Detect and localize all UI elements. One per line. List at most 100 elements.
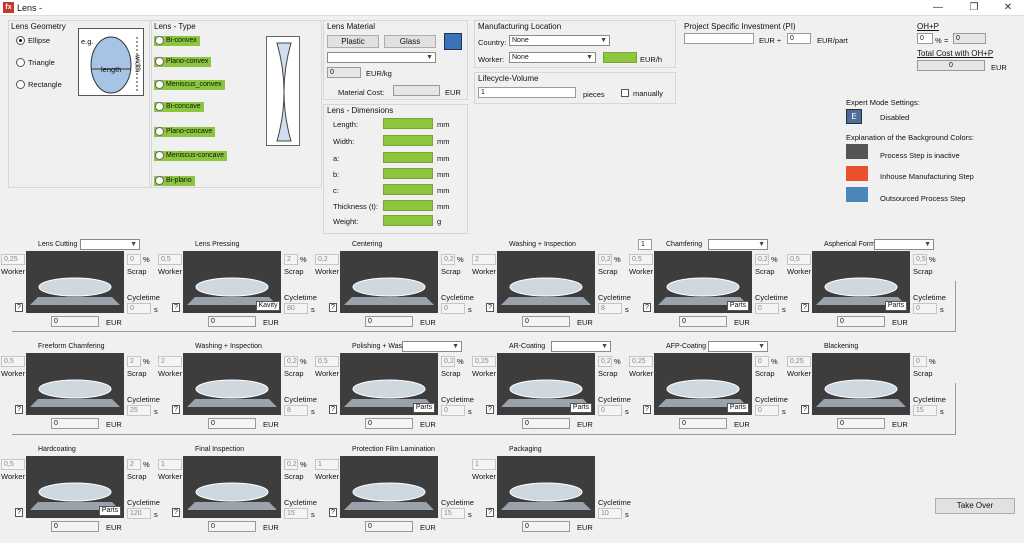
glass-button[interactable]: Glass — [384, 35, 436, 48]
radio-triangle[interactable] — [16, 58, 25, 67]
cycletime-input[interactable]: 120 — [127, 508, 151, 519]
worker-input[interactable]: 0,5 — [1, 459, 25, 470]
step-image[interactable] — [497, 456, 595, 518]
help-icon[interactable]: ? — [172, 405, 180, 414]
pi-count[interactable]: 0 — [787, 33, 811, 44]
help-icon[interactable]: ? — [801, 405, 809, 414]
step-dropdown[interactable]: ▼ — [80, 239, 140, 250]
cycletime-input[interactable]: 0 — [441, 405, 465, 416]
scrap-input[interactable]: 0,2 — [755, 254, 769, 265]
type-bi-plano[interactable]: Bi-plano — [154, 176, 195, 186]
scrap-input[interactable]: 0,2 — [441, 254, 455, 265]
worker-input[interactable]: 0,25 — [787, 356, 811, 367]
scrap-input[interactable]: 0,2 — [284, 459, 298, 470]
help-icon[interactable]: ? — [801, 303, 809, 312]
close-icon[interactable]: ✕ — [996, 1, 1020, 15]
type-bi-concave[interactable]: Bi-concave — [154, 102, 204, 112]
step-dropdown[interactable]: ▼ — [708, 239, 768, 250]
help-icon[interactable]: ? — [643, 303, 651, 312]
radio-rectangle[interactable] — [16, 80, 25, 89]
worker-input[interactable]: 0,25 — [472, 356, 496, 367]
help-icon[interactable]: ? — [329, 303, 337, 312]
volume-input[interactable]: 1 — [478, 87, 576, 98]
worker-input[interactable]: 0,25 — [1, 254, 25, 265]
help-icon[interactable]: ? — [172, 303, 180, 312]
help-icon[interactable]: ? — [15, 508, 23, 517]
cycletime-input[interactable]: 15 — [284, 508, 308, 519]
cycletime-input[interactable]: 0 — [755, 405, 779, 416]
scrap-input[interactable]: 0 — [913, 356, 927, 367]
country-dropdown[interactable]: None ▼ — [509, 35, 610, 46]
type-plano-convex[interactable]: Plano-convex — [154, 57, 212, 67]
scrap-input[interactable]: 2 — [127, 356, 141, 367]
step-image[interactable] — [26, 353, 124, 415]
step-image[interactable] — [340, 456, 438, 518]
pi-input[interactable] — [684, 33, 754, 44]
plastic-button[interactable]: Plastic — [327, 35, 379, 48]
worker-input[interactable]: 1 — [315, 459, 339, 470]
step-image[interactable] — [812, 353, 910, 415]
dim-input[interactable] — [383, 200, 433, 211]
dim-input[interactable] — [383, 135, 433, 146]
worker-input[interactable]: 0,5 — [787, 254, 811, 265]
worker-input[interactable]: 2 — [158, 356, 182, 367]
worker-input[interactable]: 1 — [472, 459, 496, 470]
help-icon[interactable]: ? — [486, 508, 494, 517]
scrap-input[interactable]: 0,5 — [913, 254, 927, 265]
cycletime-input[interactable]: 80 — [284, 303, 308, 314]
help-icon[interactable]: ? — [329, 508, 337, 517]
worker-input[interactable]: 0,5 — [315, 356, 339, 367]
worker-input[interactable]: 0,5 — [158, 254, 182, 265]
scrap-input[interactable]: 0 — [755, 356, 769, 367]
cycletime-input[interactable]: 0 — [441, 303, 465, 314]
help-icon[interactable]: ? — [486, 303, 494, 312]
scrap-input[interactable]: 2 — [127, 459, 141, 470]
type-plano-concave[interactable]: Plano-concave — [154, 127, 216, 137]
worker-input[interactable]: 0,5 — [629, 254, 653, 265]
help-icon[interactable]: ? — [643, 405, 651, 414]
step-dropdown[interactable]: ▼ — [708, 341, 768, 352]
step-dropdown[interactable]: ▼ — [874, 239, 934, 250]
cycletime-input[interactable]: 8 — [284, 405, 308, 416]
help-icon[interactable]: ? — [15, 405, 23, 414]
dim-input[interactable] — [383, 118, 433, 129]
scrap-input[interactable]: 0,2 — [441, 356, 455, 367]
manual-checkbox[interactable] — [621, 89, 629, 97]
cycletime-input[interactable]: 8 — [598, 303, 622, 314]
step-pre-input[interactable]: 1 — [638, 239, 652, 250]
help-icon[interactable]: ? — [15, 303, 23, 312]
worker-input[interactable]: 1 — [158, 459, 182, 470]
worker-input[interactable]: 0,2 — [315, 254, 339, 265]
scrap-input[interactable]: 2 — [284, 254, 298, 265]
worker-rate[interactable] — [603, 52, 637, 63]
cycletime-input[interactable]: 0 — [127, 303, 151, 314]
step-image[interactable] — [183, 353, 281, 415]
scrap-input[interactable]: 0,2 — [598, 356, 612, 367]
worker-dropdown[interactable]: None ▼ — [509, 52, 596, 63]
step-image[interactable] — [340, 251, 438, 313]
type-meniscus-concave[interactable]: Meniscus-concave — [154, 151, 227, 161]
ohp-input[interactable]: 0 — [917, 33, 933, 44]
scrap-input[interactable]: 0,2 — [284, 356, 298, 367]
cycletime-input[interactable]: 0 — [913, 303, 937, 314]
step-image[interactable] — [183, 456, 281, 518]
dim-input[interactable] — [383, 152, 433, 163]
dim-input[interactable] — [383, 184, 433, 195]
step-dropdown[interactable]: ▼ — [402, 341, 462, 352]
database-icon[interactable] — [444, 33, 462, 50]
minimize-icon[interactable]: — — [926, 1, 950, 15]
material-price[interactable]: 0 — [327, 67, 361, 78]
step-dropdown[interactable]: ▼ — [551, 341, 611, 352]
worker-input[interactable]: 0,5 — [1, 356, 25, 367]
maximize-icon[interactable]: ❐ — [962, 1, 986, 15]
take-over-button[interactable]: Take Over — [935, 498, 1015, 514]
scrap-input[interactable]: 0 — [127, 254, 141, 265]
step-image[interactable] — [26, 251, 124, 313]
dim-input[interactable] — [383, 215, 433, 226]
cycletime-input[interactable]: 25 — [127, 405, 151, 416]
cycletime-input[interactable]: 15 — [441, 508, 465, 519]
type-meniscus-convex[interactable]: Meniscus_convex — [154, 80, 225, 90]
worker-input[interactable]: 0,25 — [629, 356, 653, 367]
dim-input[interactable] — [383, 168, 433, 179]
scrap-input[interactable]: 0,2 — [598, 254, 612, 265]
